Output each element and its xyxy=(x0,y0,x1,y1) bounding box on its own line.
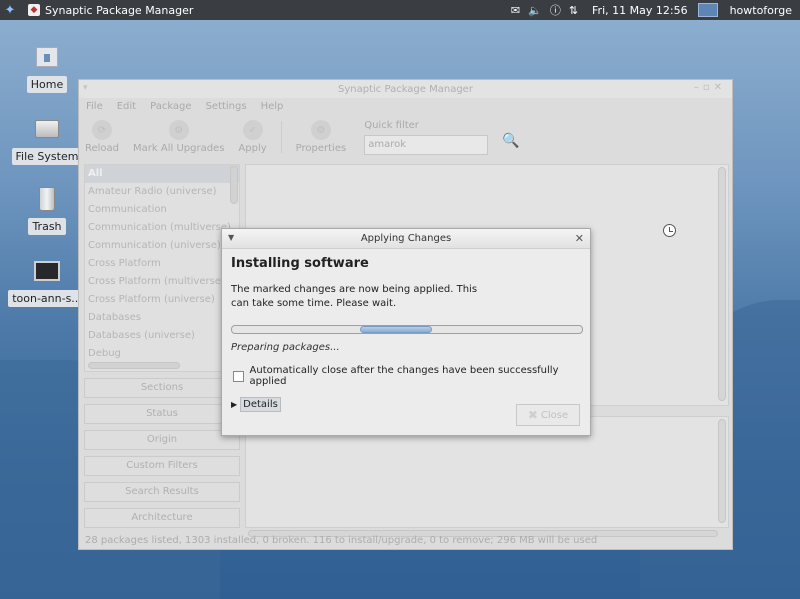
mark-all-upgrades-label: Mark All Upgrades xyxy=(133,143,225,154)
category-item[interactable]: Communication xyxy=(85,201,239,219)
reload-label: Reload xyxy=(85,143,120,154)
window-menu-icon[interactable]: ▼ xyxy=(228,233,234,242)
quick-filter-label: Quick filter xyxy=(364,119,419,131)
details-label: Details xyxy=(240,397,281,412)
menu-edit[interactable]: Edit xyxy=(117,101,136,112)
taskbar-item-label: Synaptic Package Manager xyxy=(45,3,194,17)
desktop-icon-trash[interactable]: Trash xyxy=(14,186,80,235)
mail-icon[interactable]: ✉ xyxy=(511,4,520,17)
auto-close-checkbox[interactable] xyxy=(233,370,244,382)
drive-icon xyxy=(33,116,61,142)
desktop-icon-label: File System xyxy=(11,148,83,165)
dialog-title: Applying Changes xyxy=(360,233,452,244)
category-list: All Amateur Radio (universe) Communicati… xyxy=(84,164,240,372)
category-item[interactable]: Databases (universe) xyxy=(85,327,239,345)
close-icon[interactable]: ✕ xyxy=(575,232,584,245)
progress-pulse xyxy=(360,326,432,333)
network-icon[interactable]: ⇅ xyxy=(569,4,578,17)
architecture-button[interactable]: Architecture xyxy=(84,508,240,528)
window-titlebar[interactable]: ▾ Synaptic Package Manager –▫✕ xyxy=(79,80,732,98)
category-item[interactable]: Databases xyxy=(85,309,239,327)
category-item[interactable]: Cross Platform (multiverse) xyxy=(85,273,239,291)
category-item[interactable]: Amateur Radio (universe) xyxy=(85,183,239,201)
toolbar-separator xyxy=(280,121,282,153)
user-menu[interactable]: howtoforge xyxy=(722,4,800,17)
system-tray: ✉ 🔈 ⓘ ⇅ xyxy=(511,2,586,18)
auto-close-option[interactable]: Automatically close after the changes ha… xyxy=(231,365,581,387)
description-vertical-scrollbar[interactable] xyxy=(718,419,726,523)
category-horizontal-scrollbar[interactable] xyxy=(88,362,180,369)
synaptic-icon: ◆ xyxy=(28,4,40,16)
category-item[interactable]: Debug xyxy=(85,345,239,363)
trash-icon xyxy=(33,186,61,212)
auto-close-label: Automatically close after the changes ha… xyxy=(249,365,559,387)
menu-file[interactable]: File xyxy=(86,101,103,112)
desktop-icon-label: toon-ann-s... xyxy=(8,290,86,307)
category-item[interactable]: Cross Platform (universe) xyxy=(85,291,239,309)
busy-cursor-icon xyxy=(663,224,676,237)
search-results-button[interactable]: Search Results xyxy=(84,482,240,502)
custom-filters-button[interactable]: Custom Filters xyxy=(84,456,240,476)
details-expander[interactable]: ▶ Details xyxy=(231,397,281,412)
origin-button[interactable]: Origin xyxy=(84,430,240,450)
quick-filter: Quick filter amarok xyxy=(364,119,489,155)
desktop-icon-label: Home xyxy=(26,76,68,93)
close-button[interactable]: ✖ Close xyxy=(516,404,580,426)
menu-settings[interactable]: Settings xyxy=(206,101,247,112)
window-menu-icon[interactable]: ▾ xyxy=(83,83,88,93)
upgrade-icon: ⚙ xyxy=(168,120,189,140)
category-vertical-scrollbar[interactable] xyxy=(230,166,238,204)
category-item[interactable]: All xyxy=(85,165,239,183)
clock[interactable]: Fri, 11 May 12:56 xyxy=(586,4,694,17)
menu-help[interactable]: Help xyxy=(261,101,284,112)
category-item[interactable]: Communication (multiverse) xyxy=(85,219,239,237)
properties-icon: ⚙ xyxy=(310,120,331,140)
apply-label: Apply xyxy=(238,143,267,154)
expander-arrow-icon: ▶ xyxy=(231,400,238,409)
dialog-message: The marked changes are now being applied… xyxy=(231,284,478,309)
checkmark-icon: ✓ xyxy=(242,120,263,140)
quick-filter-input[interactable]: amarok xyxy=(364,134,489,155)
menu-package[interactable]: Package xyxy=(150,101,191,112)
desktop-icon-screenshot[interactable]: toon-ann-s... xyxy=(8,258,86,307)
properties-button[interactable]: ⚙ Properties xyxy=(295,120,347,154)
category-item[interactable]: Cross Platform xyxy=(85,255,239,273)
desktop-icon-label: Trash xyxy=(28,218,66,235)
screenshot-file-icon xyxy=(33,258,61,284)
desktop-icon-home[interactable]: Home xyxy=(14,44,80,93)
close-icon: ✖ xyxy=(527,408,538,422)
taskbar-item-synaptic[interactable]: ◆ Synaptic Package Manager xyxy=(20,0,201,20)
dialog-titlebar[interactable]: ▼ Applying Changes ✕ xyxy=(222,229,590,249)
info-icon[interactable]: ⓘ xyxy=(550,2,561,18)
menubar: File Edit Package Settings Help xyxy=(79,98,732,114)
progress-status-text: Preparing packages... xyxy=(231,342,340,353)
progress-bar xyxy=(231,325,583,334)
close-button-label: Close xyxy=(540,409,569,421)
apply-button[interactable]: ✓ Apply xyxy=(238,120,267,154)
status-bar: 28 packages listed, 1303 installed, 0 br… xyxy=(85,535,598,546)
top-panel: ✦ ◆ Synaptic Package Manager ✉ 🔈 ⓘ ⇅ Fri… xyxy=(0,0,800,20)
package-list-scrollbar[interactable] xyxy=(718,167,726,401)
desktop-icon-filesystem[interactable]: File System xyxy=(11,116,83,165)
applying-changes-dialog: ▼ Applying Changes ✕ Installing software… xyxy=(221,228,591,436)
volume-icon[interactable]: 🔈 xyxy=(528,4,542,17)
sections-button[interactable]: Sections xyxy=(84,378,240,398)
workspace-switcher[interactable] xyxy=(697,3,718,17)
reload-icon: ⟳ xyxy=(92,120,113,140)
status-button[interactable]: Status xyxy=(84,404,240,424)
reload-button[interactable]: ⟳ Reload xyxy=(85,120,119,154)
category-item[interactable]: Communication (universe) xyxy=(85,237,239,255)
properties-label: Properties xyxy=(295,143,347,154)
home-folder-icon xyxy=(33,44,61,70)
dialog-heading: Installing software xyxy=(231,256,369,271)
xfce-menu-icon[interactable]: ✦ xyxy=(0,0,20,20)
sidebar: All Amateur Radio (universe) Communicati… xyxy=(84,164,240,544)
toolbar: ⟳ Reload ⚙ Mark All Upgrades ✓ Apply ⚙ P… xyxy=(79,114,732,160)
window-title: Synaptic Package Manager xyxy=(338,83,473,95)
mark-all-upgrades-button[interactable]: ⚙ Mark All Upgrades xyxy=(133,120,224,154)
search-icon[interactable]: 🔍 xyxy=(502,133,522,153)
window-controls[interactable]: –▫✕ xyxy=(694,82,726,93)
